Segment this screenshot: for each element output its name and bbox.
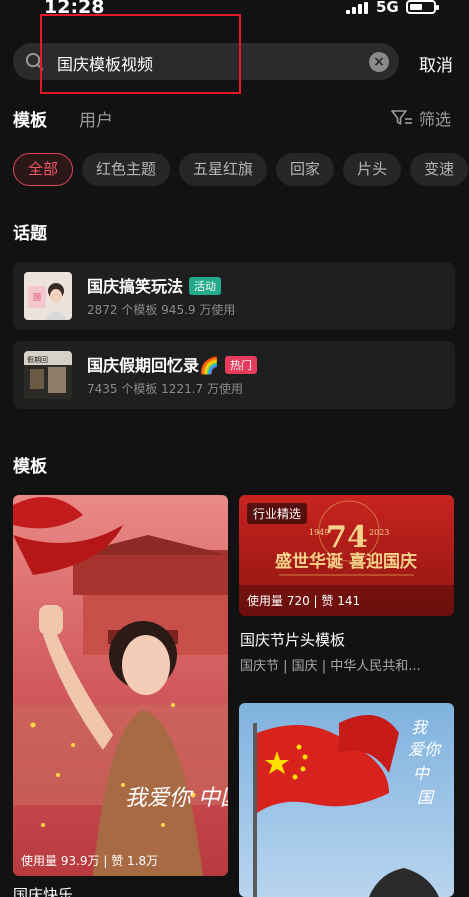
svg-text:2023: 2023 bbox=[369, 528, 389, 537]
svg-text:中: 中 bbox=[413, 764, 431, 783]
tab-templates[interactable]: 模板 bbox=[13, 106, 47, 131]
chip-go-home[interactable]: 回家 bbox=[276, 153, 335, 186]
chip-speed[interactable]: 变速 bbox=[410, 153, 469, 186]
chip-red-theme[interactable]: 红色主题 bbox=[82, 153, 171, 186]
svg-text:国: 国 bbox=[417, 788, 435, 807]
status-bar: 12:28 5G bbox=[0, 0, 469, 22]
card-stats: 使用量 93.9万 | 赞 1.8万 bbox=[21, 854, 159, 868]
filter-button[interactable]: 筛选 bbox=[391, 106, 451, 130]
chip-five-star-flag[interactable]: 五星红旗 bbox=[179, 153, 268, 186]
topic-stats: 7435 个模板 1221.7 万使用 bbox=[87, 382, 243, 396]
svg-text:盛世华诞 喜迎国庆: 盛世华诞 喜迎国庆 bbox=[275, 551, 417, 572]
topic-name: 国庆假期回忆录🌈 热门 bbox=[87, 352, 257, 376]
card-title[interactable]: 国庆快乐 bbox=[13, 884, 73, 897]
filter-icon bbox=[391, 110, 412, 125]
signal-icon bbox=[346, 2, 370, 14]
card-tags: 国庆节 | 国庆 | 中华人民共和... bbox=[240, 659, 421, 674]
svg-text:爱你: 爱你 bbox=[408, 740, 442, 759]
hot-badge: 热门 bbox=[224, 356, 257, 374]
status-time: 12:28 bbox=[44, 0, 105, 18]
template-preview: 我爱你 中国 bbox=[13, 495, 228, 876]
topic-item[interactable]: 假期回 国庆假期回忆录🌈 热门 7435 个模板 1221.7 万使用 bbox=[13, 341, 455, 409]
filter-label: 筛选 bbox=[419, 110, 452, 129]
topic-thumbnail: 国 bbox=[24, 272, 72, 320]
card-stats: 使用量 720 | 赞 141 bbox=[247, 594, 361, 608]
search-icon bbox=[25, 52, 44, 71]
svg-text:我: 我 bbox=[411, 718, 429, 737]
category-chips: 全部 红色主题 五星红旗 回家 片头 变速 bbox=[13, 153, 469, 186]
topic-name: 国庆搞笑玩法 活动 bbox=[87, 273, 222, 297]
search-input[interactable]: 国庆模板视频 bbox=[57, 51, 153, 75]
templates-heading: 模板 bbox=[13, 457, 47, 477]
svg-text:74: 74 bbox=[326, 520, 368, 555]
template-preview: 我 爱你 中 国 bbox=[239, 703, 454, 897]
tab-users[interactable]: 用户 bbox=[79, 106, 113, 131]
network-type: 5G bbox=[376, 0, 399, 16]
svg-text:1949: 1949 bbox=[309, 528, 329, 537]
svg-text:国: 国 bbox=[33, 293, 41, 302]
topic-thumbnail: 假期回 bbox=[24, 351, 72, 399]
search-bar[interactable]: 国庆模板视频 × bbox=[13, 43, 399, 80]
template-card[interactable]: 我 爱你 中 国 bbox=[239, 703, 454, 897]
cancel-button[interactable]: 取消 bbox=[419, 51, 453, 76]
template-card[interactable]: 我爱你 中国 使用量 93.9万 | 赞 1.8万 bbox=[13, 495, 228, 876]
chip-intro[interactable]: 片头 bbox=[343, 153, 402, 186]
activity-badge: 活动 bbox=[189, 277, 222, 295]
topic-item[interactable]: 国 国庆搞笑玩法 活动 2872 个模板 945.9 万使用 bbox=[13, 262, 455, 330]
card-overlay-text: 我爱你 中国 bbox=[125, 786, 228, 811]
card-title[interactable]: 国庆节片头模板 bbox=[240, 629, 345, 650]
topic-stats: 2872 个模板 945.9 万使用 bbox=[87, 303, 236, 317]
svg-text:假期回: 假期回 bbox=[27, 355, 48, 364]
featured-tag: 行业精选 bbox=[247, 503, 308, 524]
battery-icon bbox=[406, 0, 439, 14]
template-card[interactable]: 74 1949 2023 盛世华诞 喜迎国庆 行业精选 使用量 720 | 赞 … bbox=[239, 495, 454, 616]
topics-heading: 话题 bbox=[13, 224, 47, 244]
chip-all[interactable]: 全部 bbox=[13, 153, 74, 186]
clear-icon[interactable]: × bbox=[369, 52, 389, 72]
